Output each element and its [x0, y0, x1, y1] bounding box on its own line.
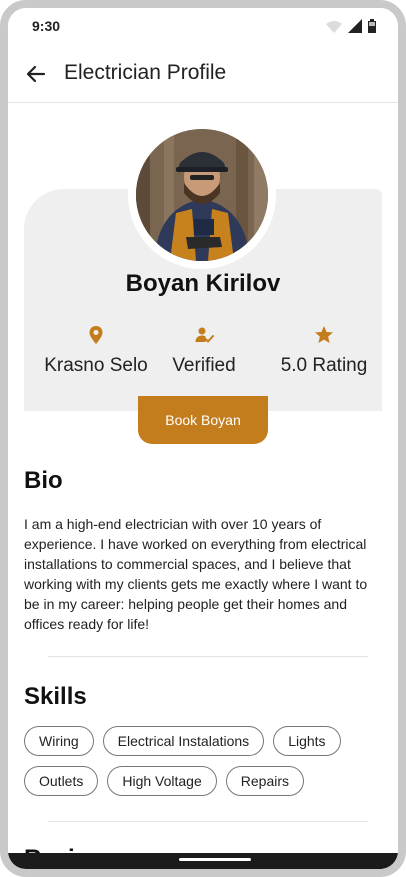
skill-chip-wiring[interactable]: Wiring	[24, 726, 94, 756]
page-title: Electrician Profile	[64, 61, 227, 84]
avatar	[136, 129, 268, 261]
stat-rating: 5.0 Rating	[254, 325, 394, 377]
skill-chip-high-voltage[interactable]: High Voltage	[107, 766, 217, 796]
skill-chip-outlets[interactable]: Outlets	[24, 766, 99, 796]
wifi-icon	[326, 21, 342, 33]
status-icons	[326, 19, 376, 33]
stat-verified-label: Verified	[172, 355, 236, 376]
profile-stats: Krasno Selo Verified 5.0 Rating	[24, 325, 382, 395]
skill-chip-repairs[interactable]: Repairs	[225, 766, 305, 796]
chip-row: Wiring Electrical Instalations Lights	[24, 726, 384, 756]
skills-chip-group: Wiring Electrical Instalations Lights Ou…	[24, 726, 384, 806]
app-bar: Electrician Profile	[8, 46, 398, 103]
home-indicator[interactable]	[179, 858, 251, 861]
star-icon	[315, 326, 333, 343]
profile-scroll-content[interactable]: Boyan Kirilov Krasno Selo Verified 5.0 R…	[8, 103, 398, 853]
skill-chip-lights[interactable]: Lights	[273, 726, 341, 756]
divider	[48, 821, 368, 822]
phone-frame: 9:30 Electrician Profile Boyan Kirilov K…	[0, 0, 406, 877]
skills-heading: Skills	[24, 683, 87, 710]
verified-user-icon	[195, 327, 214, 343]
skill-chip-electrical-instalations[interactable]: Electrical Instalations	[102, 726, 265, 756]
bio-text: I am a high-end electrician with over 10…	[24, 516, 368, 632]
electrician-name: Boyan Kirilov	[125, 270, 281, 297]
status-time: 9:30	[32, 18, 61, 34]
bio-heading: Bio	[24, 467, 63, 494]
stat-verified: Verified	[134, 325, 274, 377]
status-bar: 9:30	[8, 8, 398, 46]
location-pin-icon	[89, 326, 103, 344]
avatar-photo	[136, 129, 268, 261]
divider	[48, 656, 368, 657]
arrow-back-icon	[26, 65, 46, 83]
reviews-heading: Reviews	[24, 845, 120, 853]
battery-icon	[368, 19, 376, 33]
chip-row: Outlets High Voltage Repairs	[24, 766, 384, 796]
book-button[interactable]: Book Boyan	[138, 396, 268, 444]
stat-rating-label: 5.0 Rating	[280, 355, 368, 376]
back-button[interactable]	[24, 62, 48, 86]
navigation-bar	[8, 853, 398, 869]
signal-icon	[348, 19, 362, 33]
avatar-ring	[128, 121, 276, 269]
